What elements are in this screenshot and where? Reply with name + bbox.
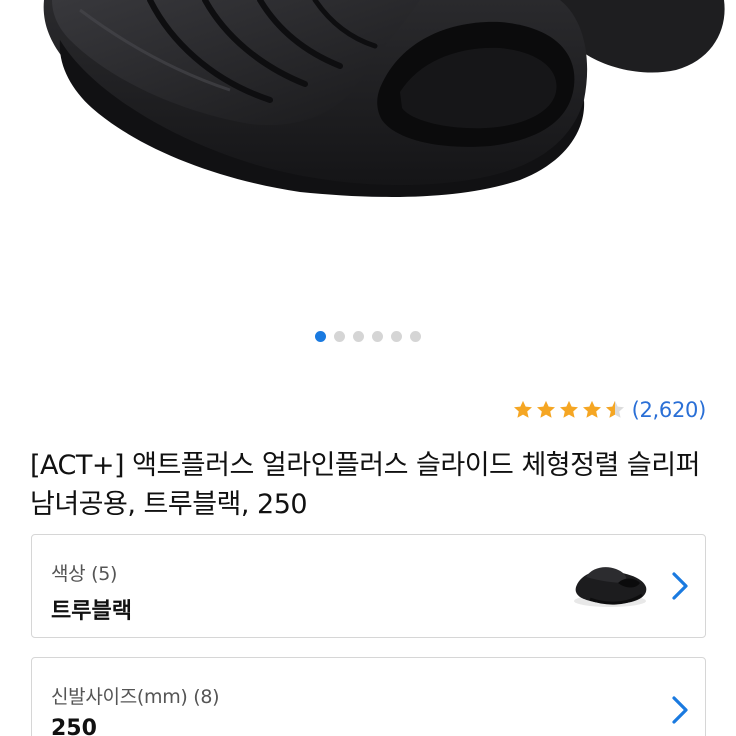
carousel-dot-3[interactable] bbox=[353, 331, 364, 342]
size-option-label: 신발사이즈(mm) (8) bbox=[51, 686, 220, 708]
product-title: [ACT+] 액트플러스 얼라인플러스 슬라이드 체형정렬 슬리퍼 남녀공용, … bbox=[30, 450, 700, 520]
color-option-value: 트루블랙 bbox=[51, 599, 132, 624]
color-thumbnail-image bbox=[574, 567, 647, 607]
product-image[interactable] bbox=[0, 0, 736, 310]
star-full-icon bbox=[513, 400, 532, 418]
product-rating[interactable]: (2,620) bbox=[512, 396, 706, 424]
rating-stars bbox=[512, 399, 626, 421]
carousel-dot-5[interactable] bbox=[391, 331, 402, 342]
review-count[interactable]: (2,620) bbox=[632, 398, 707, 422]
carousel-dot-1[interactable] bbox=[315, 331, 326, 342]
carousel-dot-6[interactable] bbox=[410, 331, 421, 342]
carousel-dot-4[interactable] bbox=[372, 331, 383, 342]
star-full-icon bbox=[536, 400, 555, 418]
size-option-selector[interactable]: 신발사이즈(mm) (8) 250 bbox=[31, 657, 706, 736]
color-option-selector[interactable]: 색상 (5) 트루블랙 bbox=[31, 534, 706, 638]
chevron-right-icon[interactable] bbox=[671, 571, 689, 601]
size-option-value: 250 bbox=[51, 716, 97, 736]
carousel-indicator bbox=[0, 331, 736, 343]
carousel-dot-2[interactable] bbox=[334, 331, 345, 342]
star-full-icon bbox=[582, 400, 601, 418]
slide-sandal-illustration bbox=[43, 0, 725, 197]
star-half-icon bbox=[605, 400, 624, 418]
chevron-right-icon[interactable] bbox=[671, 695, 689, 725]
star-full-icon bbox=[559, 400, 578, 418]
color-option-label: 색상 (5) bbox=[51, 563, 118, 585]
